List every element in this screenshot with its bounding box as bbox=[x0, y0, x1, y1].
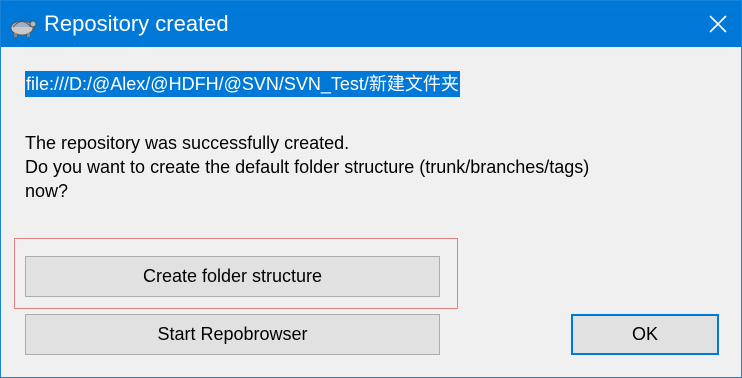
ok-button[interactable]: OK bbox=[571, 314, 719, 355]
message-line: now? bbox=[25, 181, 69, 201]
message-line: Do you want to create the default folder… bbox=[25, 157, 590, 177]
dialog-window: Repository created file:///D:/@Alex/@HDF… bbox=[0, 0, 742, 378]
window-title: Repository created bbox=[44, 11, 229, 36]
message-text: The repository was successfully created.… bbox=[25, 131, 589, 203]
create-folder-structure-button[interactable]: Create folder structure bbox=[25, 256, 440, 297]
start-repobrowser-button[interactable]: Start Repobrowser bbox=[25, 314, 440, 355]
close-icon bbox=[709, 15, 727, 33]
title-bar[interactable]: Repository created bbox=[1, 1, 741, 47]
message-line: The repository was successfully created. bbox=[25, 133, 350, 153]
close-button[interactable] bbox=[695, 1, 741, 47]
tortoisesvn-icon bbox=[10, 20, 37, 37]
repository-url[interactable]: file:///D:/@Alex/@HDFH/@SVN/SVN_Test/新建文… bbox=[25, 71, 460, 97]
